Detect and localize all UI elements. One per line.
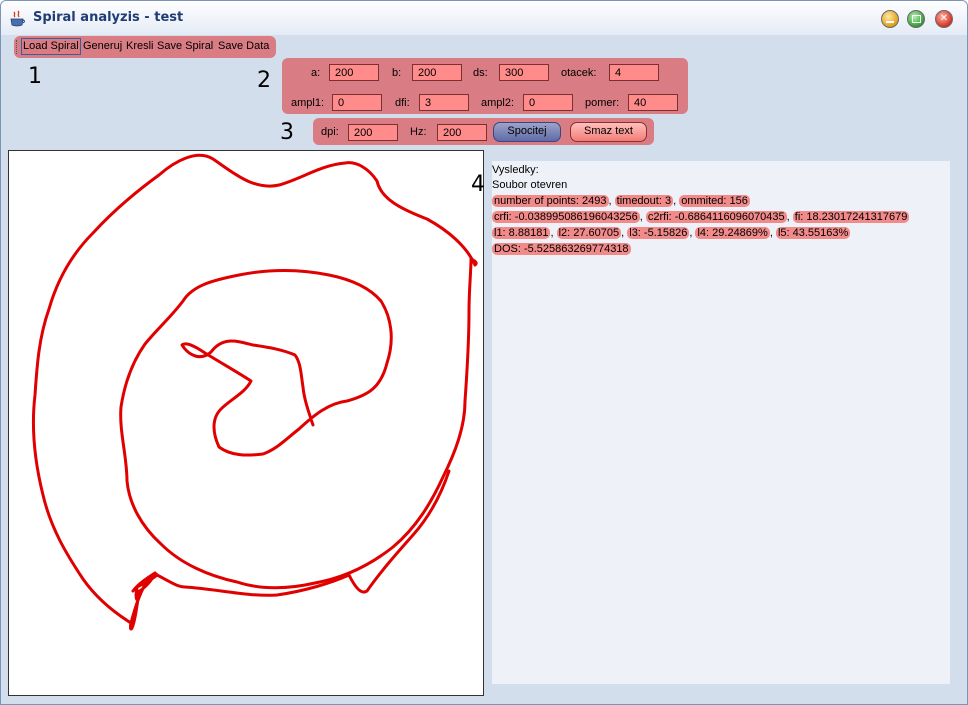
l3-value: l3: -5.15826: [627, 227, 690, 239]
results-line-dos: DOS: -5.525863269774318: [492, 243, 631, 255]
ampl2-input[interactable]: 0: [523, 94, 573, 111]
fi-value: fi: 18.23017241317679: [792, 211, 910, 223]
otacek-input[interactable]: 4: [609, 64, 659, 81]
ds-input[interactable]: 300: [499, 64, 549, 81]
dos-value: DOS: -5.525863269774318: [492, 243, 631, 255]
java-cup-icon: [10, 10, 25, 27]
sampling-panel: dpi: 200 Hz: 200 Spocitej Smaz text: [313, 118, 654, 145]
maximize-icon: [912, 15, 921, 23]
results-status: Soubor otevren: [492, 179, 568, 191]
results-heading: Vysledky:: [492, 164, 539, 176]
otacek-label: otacek:: [561, 67, 597, 79]
ommited-value: ommited: 156: [679, 195, 750, 207]
dpi-label: dpi:: [321, 126, 339, 138]
spiral-canvas[interactable]: [8, 150, 484, 696]
marker-4: 4: [471, 172, 485, 197]
save-spiral-button[interactable]: Save Spiral: [157, 40, 213, 52]
a-label: a:: [311, 67, 321, 79]
toolbar: Load Spiral Generuj Kresli Save Spiral S…: [14, 36, 276, 58]
timedout-value: timedout: 3: [614, 195, 674, 207]
compute-button[interactable]: Spocitej: [493, 122, 561, 142]
pomer-label: pomer:: [585, 97, 620, 109]
hz-label: Hz:: [410, 126, 427, 138]
clear-text-button[interactable]: Smaz text: [570, 122, 647, 142]
dpi-input[interactable]: 200: [348, 124, 398, 141]
marker-2: 2: [257, 68, 271, 93]
l1-value: l1: 8.88181: [492, 227, 551, 239]
window-title: Spiral analyzis - test: [33, 10, 184, 25]
load-spiral-button[interactable]: Load Spiral: [21, 38, 81, 55]
b-label: b:: [392, 67, 402, 79]
app-window: Spiral analyzis - test ✕ Load Spiral Gen…: [0, 0, 968, 705]
ampl2-label: ampl2:: [481, 97, 515, 109]
marker-3: 3: [280, 120, 294, 145]
pomer-input[interactable]: 40: [628, 94, 678, 111]
l2-value: l2: 27.60705: [556, 227, 622, 239]
toolbar-grip[interactable]: [16, 40, 20, 54]
spiral-path: [31, 153, 478, 631]
c2rfi-value: c2rfi: -0.6864116096070435: [645, 211, 787, 223]
minimize-button[interactable]: [881, 10, 899, 28]
marker-1: 1: [28, 64, 42, 89]
crfi-value: crfi: -0.038995086196043256: [492, 211, 640, 223]
maximize-button[interactable]: [907, 10, 925, 28]
close-button[interactable]: ✕: [935, 10, 953, 28]
results-text-area[interactable]: Vysledky: Soubor otevren number of point…: [492, 161, 950, 684]
save-data-button[interactable]: Save Data: [218, 40, 269, 52]
kresli-button[interactable]: Kresli: [126, 40, 154, 52]
dfi-label: dfi:: [395, 97, 410, 109]
a-input[interactable]: 200: [329, 64, 379, 81]
ds-label: ds:: [473, 67, 488, 79]
ampl1-input[interactable]: 0: [332, 94, 382, 111]
results-line-points: number of points: 2493, timedout: 3, omm…: [492, 195, 750, 207]
l4-value: l4: 29.24869%: [695, 227, 770, 239]
hz-input[interactable]: 200: [437, 124, 487, 141]
title-bar[interactable]: Spiral analyzis - test ✕: [1, 1, 967, 35]
ampl1-label: ampl1:: [291, 97, 325, 109]
dfi-input[interactable]: 3: [419, 94, 469, 111]
close-icon: ✕: [939, 13, 949, 24]
points-value: number of points: 2493: [492, 195, 609, 207]
generuj-button[interactable]: Generuj: [83, 40, 122, 52]
results-line-fi: crfi: -0.038995086196043256, c2rfi: -0.6…: [492, 211, 910, 223]
spiral-lower-path: [155, 469, 451, 597]
spiral-drawing: [31, 153, 478, 631]
parameters-panel: a: 200 b: 200 ds: 300 otacek: 4 ampl1: 0…: [282, 58, 688, 114]
results-line-l: l1: 8.88181, l2: 27.60705, l3: -5.15826,…: [492, 227, 851, 239]
minimize-icon: [886, 21, 894, 23]
l5-value: l5: 43.55163%: [775, 227, 851, 239]
b-input[interactable]: 200: [412, 64, 462, 81]
